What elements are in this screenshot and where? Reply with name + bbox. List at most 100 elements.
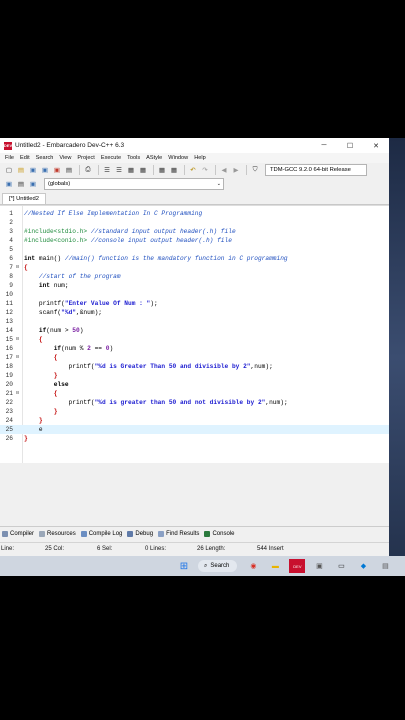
close-file-icon[interactable]: ▣	[52, 165, 62, 175]
menu-window[interactable]: Window	[165, 155, 191, 161]
tab-untitled2[interactable]: [*] Untitled2	[2, 193, 46, 204]
notepad-icon[interactable]: ▤	[377, 559, 393, 573]
close-all-icon[interactable]: ▤	[64, 165, 74, 175]
menu-file[interactable]: File	[2, 155, 17, 161]
taskbar-search-label: Search	[210, 563, 230, 569]
code-line[interactable]: 4 #include<conio.h> //console input outpu…	[0, 236, 389, 245]
editor-tabs: [*] Untitled2	[0, 191, 389, 205]
back-icon[interactable]: ◀	[219, 165, 229, 175]
code-line[interactable]: 16 if(num % 2 == 0)	[0, 344, 389, 353]
fold-toggle-icon[interactable]: ⊟	[14, 389, 21, 398]
compile-icon[interactable]: ▦	[157, 165, 167, 175]
forward-icon[interactable]: ▶	[231, 165, 241, 175]
tab-debug[interactable]: Debug	[127, 530, 153, 537]
bottom-panel-tabs: Compiler Resources Compile Log Debug Fin…	[0, 526, 389, 540]
search-icon: ⌕	[204, 562, 208, 569]
fold-toggle-icon[interactable]: ⊟	[14, 263, 21, 272]
code-text: }	[24, 435, 28, 442]
code-line[interactable]: 1 //Nested If Else Implementation In C Pr…	[0, 209, 389, 218]
line-number: 2	[9, 219, 13, 226]
code-line[interactable]: 19 }	[0, 371, 389, 380]
main-toolbar: ▢ ▤ ▣ ▣ ▣ ▤ ⎙ ☰ ☰ ▦ ▦ ▦ ▦ ↶ ↷ ◀ ▶ ⛉ TDM-…	[0, 163, 389, 177]
menu-edit[interactable]: Edit	[17, 155, 33, 161]
code-line[interactable]: 14 if(num > 50)	[0, 326, 389, 335]
close-button[interactable]: ✕	[363, 138, 389, 153]
code-line[interactable]: 23 }	[0, 407, 389, 416]
code-line[interactable]: 13	[0, 317, 389, 326]
store-icon[interactable]: ▣	[311, 559, 327, 573]
globals-select[interactable]: (globals) ⌄	[44, 178, 224, 190]
code-text: {	[53, 354, 58, 361]
code-line[interactable]: 20 else	[0, 380, 389, 389]
indent-icon[interactable]: ☰	[102, 165, 112, 175]
save-icon[interactable]: ▣	[28, 165, 38, 175]
tab-resources[interactable]: Resources	[39, 530, 76, 537]
tab-compiler[interactable]: Compiler	[2, 530, 34, 537]
tab-find-results[interactable]: Find Results	[158, 530, 199, 537]
toggle-comment-icon[interactable]: ▦	[126, 165, 136, 175]
code-line[interactable]: 10	[0, 290, 389, 299]
menu-search[interactable]: Search	[33, 155, 57, 161]
code-line[interactable]: 3 #include<stdio.h> //standard input outp…	[0, 227, 389, 236]
print-icon[interactable]: ⎙	[83, 165, 93, 175]
taskbar-search[interactable]: ⌕ Search	[198, 560, 238, 572]
find-icon[interactable]: ▦	[138, 165, 148, 175]
class-browser-icon[interactable]: ▣	[4, 179, 14, 189]
code-line[interactable]: 26}	[0, 434, 389, 443]
fold-toggle-icon[interactable]: ⊟	[14, 335, 21, 344]
code-line[interactable]: 18 printf("%d is Greater Than 50 and div…	[0, 362, 389, 371]
file-explorer-icon[interactable]: ▬	[267, 559, 283, 573]
code-line[interactable]: 12 scanf("%d",&num);	[0, 308, 389, 317]
code-line[interactable]: 15 ⊟ {	[0, 335, 389, 344]
tab-compile-log[interactable]: Compile Log	[80, 530, 122, 537]
compile-options-icon[interactable]: ▦	[169, 165, 179, 175]
maximize-button[interactable]: ☐	[337, 138, 363, 153]
code-line[interactable]: 21 ⊟ {	[0, 389, 389, 398]
redo-icon[interactable]: ↷	[200, 165, 210, 175]
code-line[interactable]: 2	[0, 218, 389, 227]
code-line[interactable]: 8 //start of the program	[0, 272, 389, 281]
resources-icon	[39, 530, 46, 537]
start-icon[interactable]: ⊞	[176, 559, 192, 573]
menu-tools[interactable]: Tools	[124, 155, 143, 161]
line-number: 21	[5, 390, 13, 397]
code-line[interactable]: 17 ⊟ {	[0, 353, 389, 362]
debug-icon[interactable]: ⛉	[250, 165, 260, 175]
fold-toggle-icon[interactable]: ⊟	[14, 353, 21, 362]
menu-project[interactable]: Project	[74, 155, 97, 161]
code-line[interactable]: 24 }	[0, 416, 389, 425]
minimize-button[interactable]: ─	[311, 138, 337, 153]
menu-view[interactable]: View	[56, 155, 74, 161]
menu-astyle[interactable]: AStyle	[143, 155, 165, 161]
code-line[interactable]: 6 int main() //main() function is the man…	[0, 254, 389, 263]
unindent-icon[interactable]: ☰	[114, 165, 124, 175]
compiler-select[interactable]: TDM-GCC 9.2.0 64-bit Release	[265, 164, 367, 176]
line-number: 7	[9, 264, 13, 271]
insert-icon[interactable]: ▤	[16, 179, 26, 189]
chevron-down-icon: ⌄	[216, 181, 221, 187]
code-text: }	[53, 408, 58, 415]
code-line[interactable]: 9 int num;	[0, 281, 389, 290]
vscode-icon[interactable]: ◆	[355, 559, 371, 573]
save-all-icon[interactable]: ▣	[40, 165, 50, 175]
code-line[interactable]: 22 printf("%d is greater than 50 and not…	[0, 398, 389, 407]
new-file-icon[interactable]: ▢	[4, 165, 14, 175]
status-line: Line:	[1, 545, 15, 552]
toolbar-separator	[98, 165, 99, 175]
terminal-icon[interactable]: ▭	[333, 559, 349, 573]
code-editor[interactable]: 1 //Nested If Else Implementation In C Pr…	[0, 205, 389, 463]
line-number: 8	[9, 273, 13, 280]
undo-icon[interactable]: ↶	[188, 165, 198, 175]
bookmark-icon[interactable]: ▣	[28, 179, 38, 189]
code-line[interactable]: 5	[0, 245, 389, 254]
open-file-icon[interactable]: ▤	[16, 165, 26, 175]
devcpp-taskbar-icon[interactable]: DEV	[289, 559, 306, 573]
code-line[interactable]: 11 printf("Enter Value Of Num : ");	[0, 299, 389, 308]
tab-console[interactable]: Console	[204, 530, 234, 537]
chrome-icon[interactable]: ◉	[245, 559, 261, 573]
code-line[interactable]: 25 e	[0, 425, 389, 434]
toolbar-separator	[246, 165, 247, 175]
menu-help[interactable]: Help	[191, 155, 209, 161]
menu-execute[interactable]: Execute	[98, 155, 124, 161]
code-line[interactable]: 7 ⊟{	[0, 263, 389, 272]
